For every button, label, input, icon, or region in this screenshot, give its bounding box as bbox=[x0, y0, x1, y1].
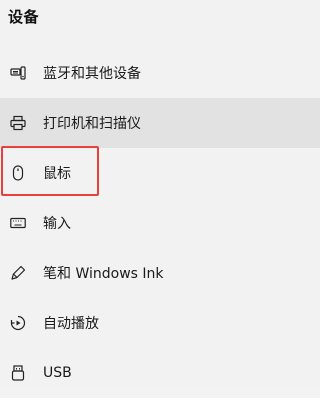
settings-panel: 设备 蓝牙和其他设备 打印机和扫描仪 鼠标 输入 笔和 Windows Ink … bbox=[0, 0, 320, 388]
nav-item-autoplay[interactable]: 自动播放 bbox=[0, 298, 320, 348]
mouse-icon bbox=[10, 165, 26, 181]
nav-item-label: 自动播放 bbox=[43, 316, 99, 332]
nav-item-pen-ink[interactable]: 笔和 Windows Ink bbox=[0, 248, 320, 298]
autoplay-icon bbox=[10, 315, 26, 331]
nav-item-label: 鼠标 bbox=[43, 166, 71, 182]
pen-icon bbox=[10, 265, 26, 281]
printer-icon bbox=[10, 115, 26, 131]
nav-item-label: 输入 bbox=[43, 216, 71, 232]
device-nav-list: 蓝牙和其他设备 打印机和扫描仪 鼠标 输入 笔和 Windows Ink 自动播… bbox=[0, 48, 320, 398]
nav-item-label: USB bbox=[43, 365, 72, 381]
nav-item-bluetooth[interactable]: 蓝牙和其他设备 bbox=[0, 48, 320, 98]
nav-item-label: 笔和 Windows Ink bbox=[43, 266, 164, 282]
nav-item-usb[interactable]: USB bbox=[0, 348, 320, 398]
bluetooth-devices-icon bbox=[10, 65, 26, 81]
section-title: 设备 bbox=[8, 8, 40, 26]
nav-item-label: 打印机和扫描仪 bbox=[43, 116, 141, 132]
usb-icon bbox=[10, 365, 26, 381]
nav-item-typing[interactable]: 输入 bbox=[0, 198, 320, 248]
keyboard-icon bbox=[10, 215, 26, 231]
nav-item-mouse[interactable]: 鼠标 bbox=[0, 148, 320, 198]
nav-item-label: 蓝牙和其他设备 bbox=[43, 66, 141, 82]
nav-item-printers[interactable]: 打印机和扫描仪 bbox=[0, 98, 320, 148]
